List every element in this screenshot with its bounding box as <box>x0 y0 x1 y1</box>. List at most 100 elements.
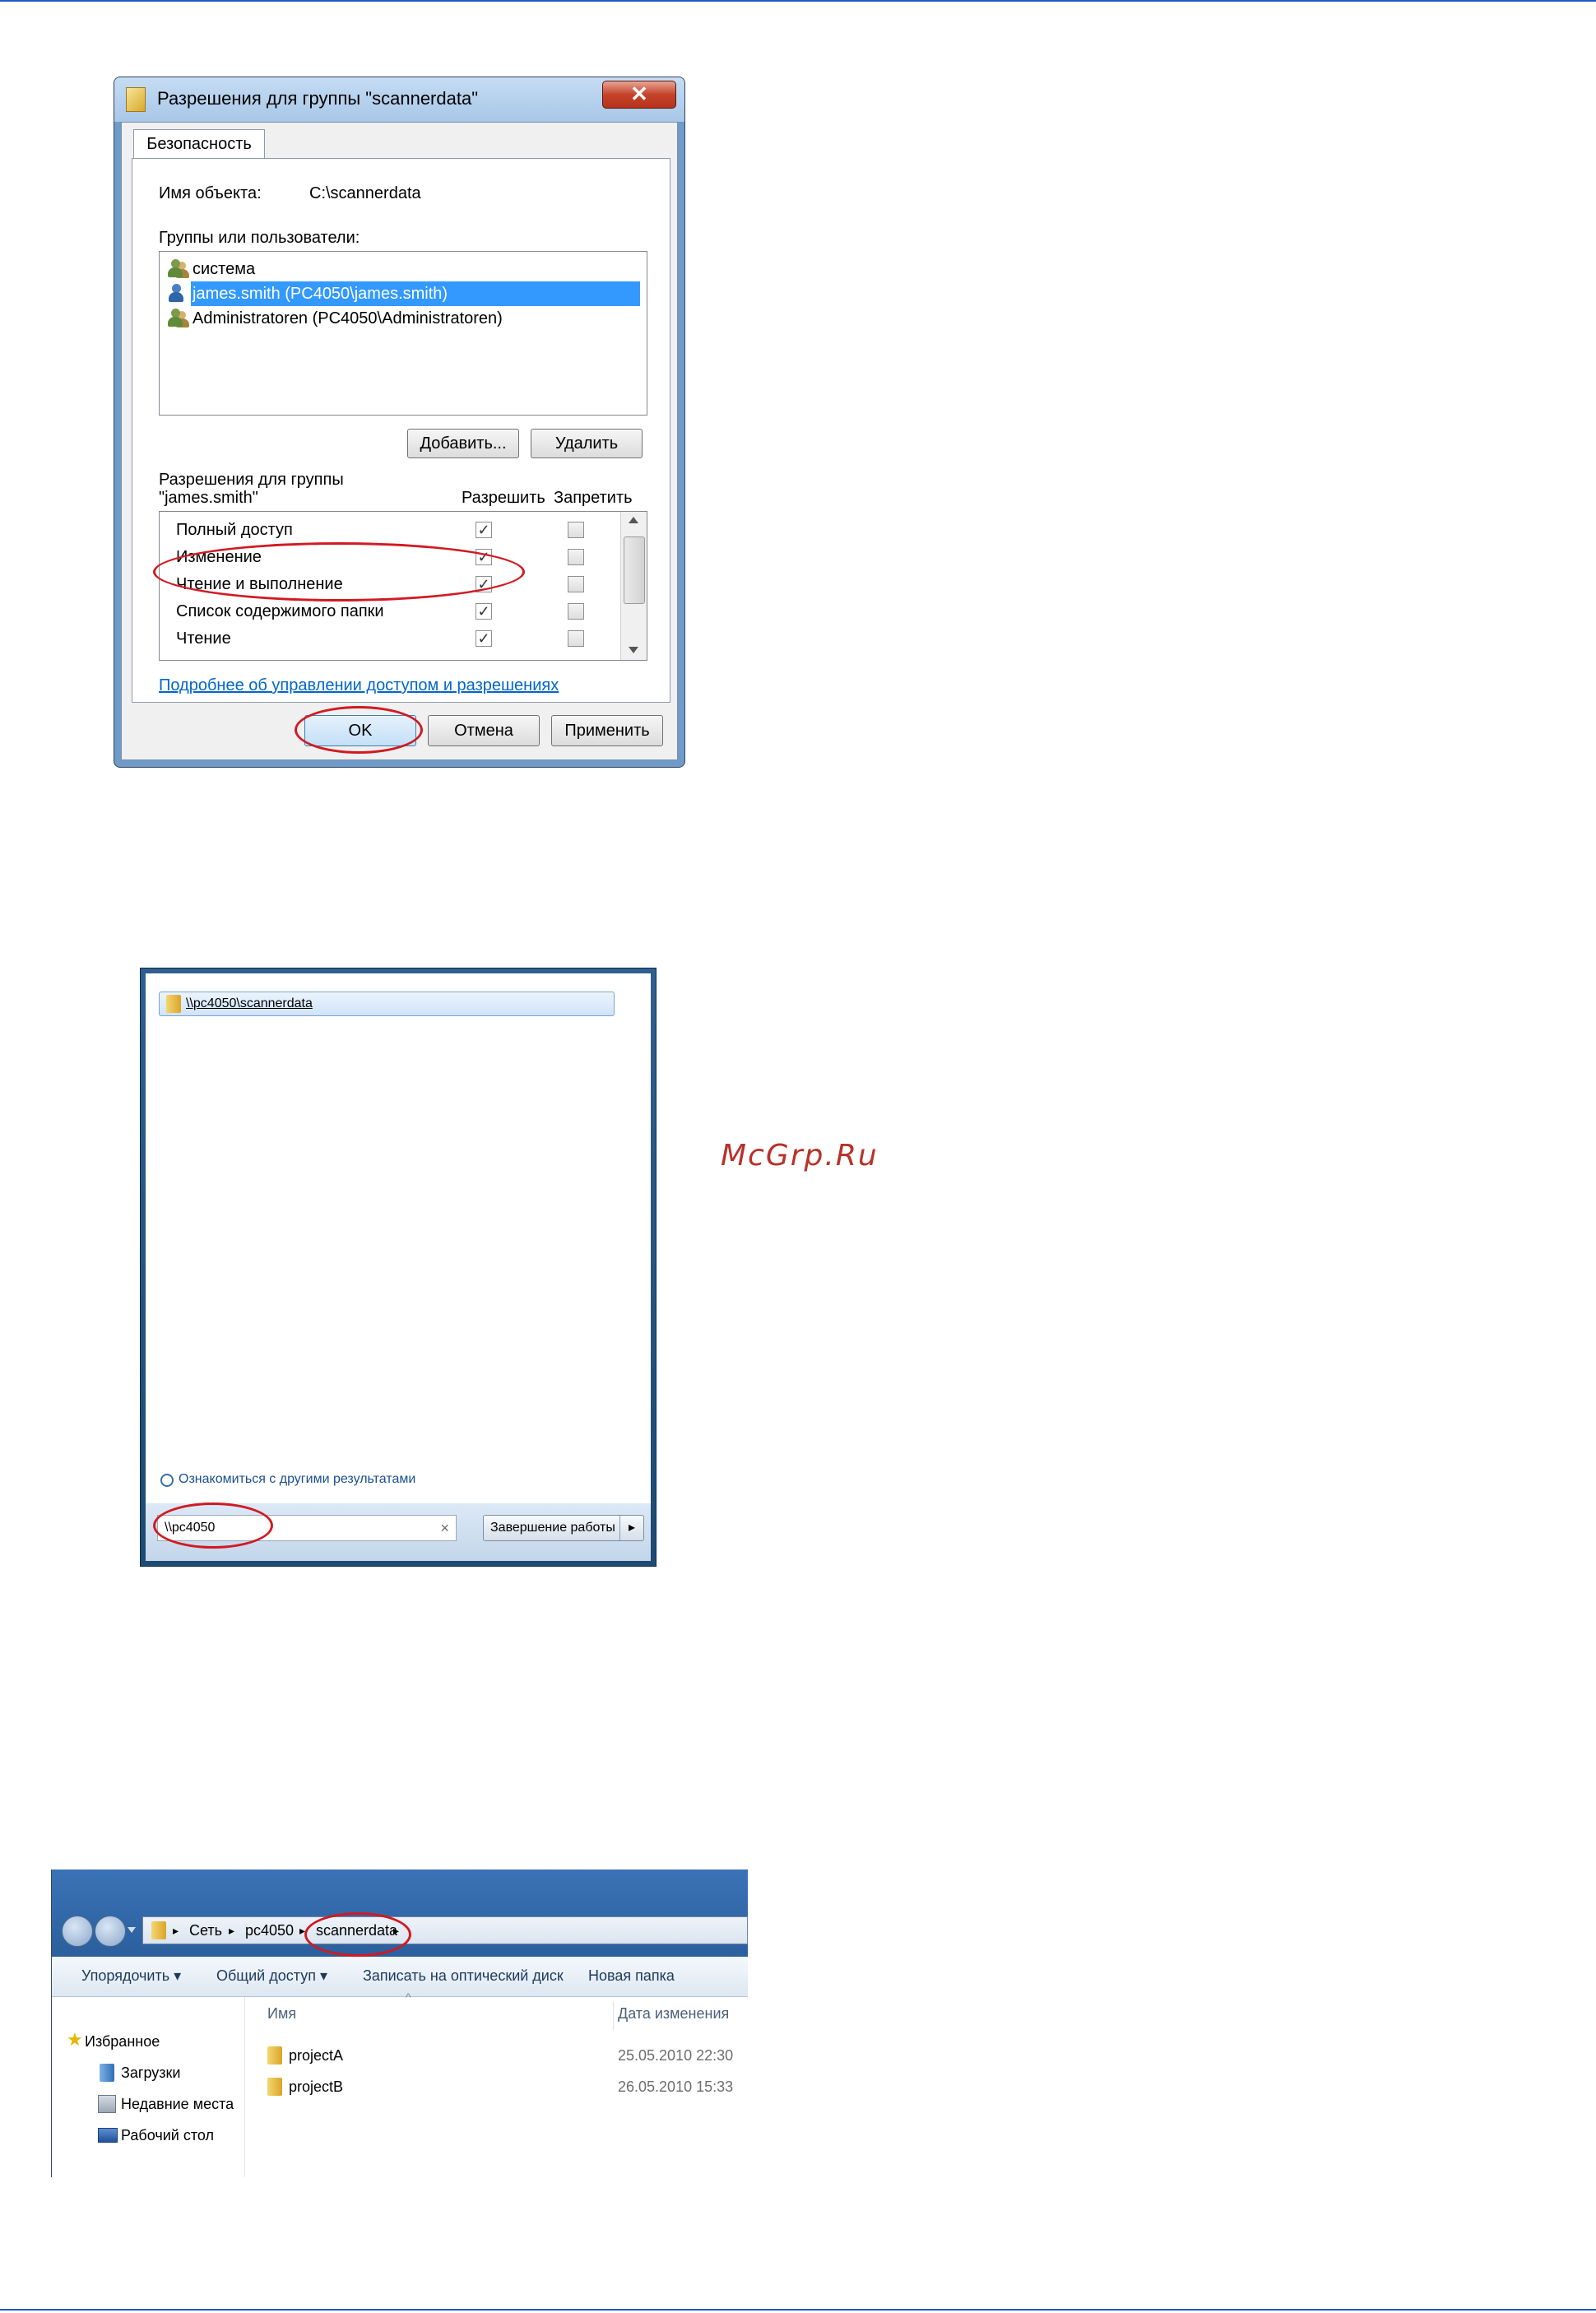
downloads-icon <box>100 2064 114 2082</box>
user-name: Administratoren (PC4050\Administratoren) <box>193 309 503 327</box>
sidebar-item-label: Рабочий стол <box>121 2127 214 2143</box>
star-icon: ★ <box>67 2029 83 2050</box>
deny-checkbox[interactable] <box>568 630 584 647</box>
table-row[interactable]: projectB 26.05.2010 15:33 Папк <box>261 2074 748 2099</box>
group-icon <box>168 309 189 328</box>
dialog-body: Безопасность Имя объекта: C:\scannerdata… <box>121 122 678 760</box>
allow-checkbox[interactable]: ✓ <box>476 630 492 647</box>
permissions-scrollbar[interactable] <box>620 512 647 660</box>
column-header-name[interactable]: Имя <box>267 1997 296 2030</box>
cancel-button[interactable]: Отмена <box>428 715 540 746</box>
scroll-thumb[interactable] <box>624 536 645 604</box>
close-button[interactable]: ✕ <box>602 81 676 109</box>
user-name: система <box>193 260 256 278</box>
crumb-separator-icon: ▸ <box>229 1924 235 1937</box>
list-item[interactable]: Administratoren (PC4050\Administratoren) <box>166 306 640 331</box>
remove-button[interactable]: Удалить <box>531 429 643 458</box>
deny-checkbox[interactable] <box>568 522 584 538</box>
permission-name: Список содержимого папки <box>176 602 384 620</box>
column-header-date[interactable]: Дата изменения <box>618 1997 729 2030</box>
sidebar-item-downloads[interactable]: Загрузки <box>100 2063 180 2083</box>
security-panel: Имя объекта: C:\scannerdata Группы или п… <box>132 158 670 703</box>
sidebar-item-recent-places[interactable]: Недавние места <box>98 2094 234 2114</box>
scroll-down-icon[interactable] <box>629 647 638 653</box>
breadcrumb-pc4050[interactable]: pc4050 <box>245 1917 294 1944</box>
organize-button[interactable]: Упорядочить ▾ <box>81 1957 181 1995</box>
sidebar-item-desktop[interactable]: Рабочий стол <box>98 2125 214 2145</box>
allow-column-header: Разрешить <box>462 489 545 507</box>
explorer-toolbar: Упорядочить ▾ Общий доступ ▾ Записать на… <box>52 1957 748 1997</box>
file-name: projectB <box>289 2078 344 2095</box>
tab-security[interactable]: Безопасность <box>133 129 265 159</box>
file-date: 25.05.2010 22:30 <box>618 2047 734 2064</box>
access-control-help-link[interactable]: Подробнее об управлении доступом и разре… <box>159 676 559 695</box>
dialog-titlebar[interactable]: Разрешения для группы "scannerdata" ✕ <box>114 77 684 122</box>
groups-label: Группы или пользователи: <box>159 229 360 247</box>
file-date: 26.05.2010 15:33 <box>618 2078 734 2095</box>
sort-ascending-icon: ^ <box>406 1990 411 2004</box>
deny-checkbox[interactable] <box>568 549 584 565</box>
start-menu-search: \\pc4050\scannerdata Ознакомиться с друг… <box>140 968 656 1567</box>
folder-icon <box>267 2078 282 2096</box>
allow-checkbox[interactable]: ✓ <box>476 603 492 620</box>
object-name-label: Имя объекта: <box>159 184 262 202</box>
new-folder-button[interactable]: Новая папка <box>588 1957 675 1995</box>
add-button[interactable]: Добавить... <box>407 429 519 458</box>
highlight-ellipse <box>295 706 423 754</box>
bottom-rule <box>0 2309 1596 2311</box>
allow-checkbox[interactable]: ✓ <box>476 522 492 538</box>
permissions-label: Разрешения для группы <box>159 471 344 489</box>
deny-column-header: Запретить <box>554 489 633 507</box>
scroll-up-icon[interactable] <box>629 517 638 523</box>
permission-row: Список содержимого папки ✓ <box>160 598 620 625</box>
list-item[interactable]: james.smith (PC4050\james.smith) <box>166 281 640 306</box>
share-button[interactable]: Общий доступ ▾ <box>216 1957 327 1995</box>
explorer-window: ▸ Сеть ▸ pc4050 ▸ scannerdata ▸ Упорядоч… <box>51 1869 748 2177</box>
forward-button[interactable] <box>95 1916 126 1947</box>
clear-search-icon[interactable]: × <box>440 1516 449 1540</box>
permissions-label-user: "james.smith" <box>159 489 258 507</box>
more-results-link[interactable]: Ознакомиться с другими результатами <box>179 1470 415 1489</box>
search-result-path: \\pc4050\scannerdata <box>186 996 313 1010</box>
dialog-title: Разрешения для группы "scannerdata" <box>157 88 479 109</box>
deny-checkbox[interactable] <box>568 576 584 592</box>
crumb-separator-icon: ▸ <box>173 1924 179 1937</box>
folder-icon <box>267 2046 282 2065</box>
highlight-ellipse <box>153 1503 273 1549</box>
search-results-pane: \\pc4050\scannerdata Ознакомиться с друг… <box>146 973 651 1561</box>
permission-row: Чтение ✓ <box>160 625 620 653</box>
user-icon <box>168 284 189 304</box>
users-listbox[interactable]: система james.smith (PC4050\james.smith)… <box>159 251 647 416</box>
group-icon <box>168 259 189 279</box>
sidebar-item-label: Недавние места <box>121 2096 234 2112</box>
shutdown-button[interactable]: Завершение работы ▸ <box>483 1515 644 1541</box>
folder-icon <box>126 87 146 112</box>
search-result-item[interactable]: \\pc4050\scannerdata <box>159 992 615 1016</box>
apply-button[interactable]: Применить <box>551 715 663 746</box>
top-rule <box>0 0 1596 2</box>
table-row[interactable]: projectA 25.05.2010 22:30 Папк <box>261 2043 748 2068</box>
network-folder-icon <box>166 995 181 1013</box>
burn-disc-button[interactable]: Записать на оптический диск <box>363 1957 564 1995</box>
highlight-ellipse <box>153 542 525 601</box>
sidebar-item-favorites[interactable]: ★ Избранное <box>67 2030 160 2051</box>
shutdown-label: Завершение работы <box>490 1521 615 1535</box>
file-name: projectA <box>289 2047 344 2064</box>
shutdown-options-arrow-icon[interactable]: ▸ <box>619 1516 643 1540</box>
back-button[interactable] <box>62 1916 93 1947</box>
list-item[interactable]: система <box>166 257 640 281</box>
desktop-icon <box>98 2128 118 2143</box>
permission-row: Полный доступ ✓ <box>160 517 620 544</box>
network-icon <box>151 1921 166 1939</box>
navigation-pane: ★ Избранное Загрузки Недавние места Рабо… <box>52 1997 245 2177</box>
address-bar[interactable]: ▸ Сеть ▸ pc4050 ▸ scannerdata ▸ <box>142 1916 748 1944</box>
permissions-dialog: Разрешения для группы "scannerdata" ✕ Бе… <box>114 77 685 768</box>
search-icon <box>160 1474 174 1487</box>
highlight-ellipse <box>304 1912 411 1957</box>
breadcrumb-network[interactable]: Сеть <box>189 1917 222 1944</box>
watermark: McGrp.Ru <box>721 1139 879 1173</box>
deny-checkbox[interactable] <box>568 603 584 620</box>
permission-name: Полный доступ <box>176 521 293 539</box>
history-dropdown-icon[interactable] <box>128 1927 136 1933</box>
file-list: Имя ^ Дата изменения Тип projectA 25.05.… <box>244 1990 748 2177</box>
